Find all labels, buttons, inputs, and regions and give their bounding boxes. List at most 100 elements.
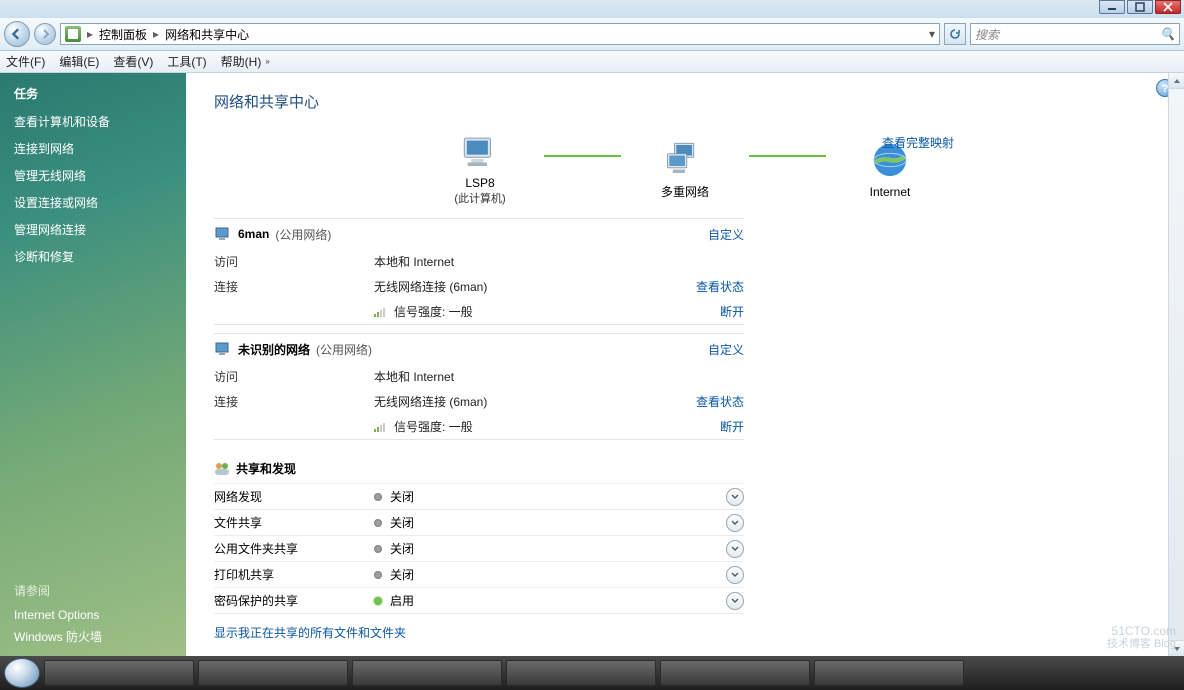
map-node-label: LSP8	[465, 176, 494, 190]
close-button[interactable]	[1155, 0, 1181, 14]
search-icon[interactable]: 🔍	[1160, 27, 1175, 41]
task-link[interactable]: 连接到网络	[0, 135, 186, 162]
back-button[interactable]	[4, 21, 30, 47]
taskbar-button[interactable]	[352, 660, 502, 686]
menu-bar: 文件(F) 编辑(E) 查看(V) 工具(T) 帮助(H) »	[0, 51, 1184, 73]
row-value: 无线网络连接 (6man)查看状态	[374, 393, 744, 410]
task-link[interactable]: 查看计算机和设备	[0, 108, 186, 135]
status-dot-icon	[374, 545, 382, 553]
tasks-sidebar: 任务 查看计算机和设备 连接到网络 管理无线网络 设置连接或网络 管理网络连接 …	[0, 73, 186, 656]
row-key	[214, 303, 374, 320]
menu-edit[interactable]: 编辑(E)	[59, 53, 99, 70]
network-type: (公用网络)	[316, 341, 372, 358]
network-section: 6man (公用网络) 自定义访问 本地和 Internet连接 无线网络连接 …	[214, 218, 744, 325]
maximize-button[interactable]	[1127, 0, 1153, 14]
expand-button[interactable]	[726, 514, 744, 532]
status-dot-icon	[374, 519, 382, 527]
expand-button[interactable]	[726, 488, 744, 506]
status-dot-icon	[374, 597, 382, 605]
sharing-title: 共享和发现	[236, 460, 296, 477]
row-value: 本地和 Internet	[374, 253, 744, 270]
breadcrumb-sep-icon: ▸	[153, 27, 159, 41]
breadcrumb-item[interactable]: 控制面板	[99, 26, 147, 43]
minimize-button[interactable]	[1099, 0, 1125, 14]
address-dropdown-icon[interactable]: ▾	[929, 27, 935, 41]
sharing-value: 关闭	[390, 488, 726, 505]
row-action-link[interactable]: 断开	[720, 418, 744, 435]
seealso-header: 请参阅	[14, 582, 172, 599]
start-button[interactable]	[4, 658, 40, 688]
sharing-key: 公用文件夹共享	[214, 540, 374, 557]
expand-button[interactable]	[726, 566, 744, 584]
sharing-key: 网络发现	[214, 488, 374, 505]
taskbar-button[interactable]	[44, 660, 194, 686]
network-row: 访问 本地和 Internet	[214, 249, 744, 274]
row-value: 信号强度: 一般断开	[374, 303, 744, 320]
breadcrumb-item[interactable]: 网络和共享中心	[165, 26, 249, 43]
taskbar-button[interactable]	[506, 660, 656, 686]
scroll-down-icon[interactable]	[1169, 640, 1184, 656]
network-item-icon	[214, 340, 232, 358]
network-map: 查看完整映射 LSP8 (此计算机) 多重网络 Int	[420, 134, 950, 206]
refresh-button[interactable]	[944, 23, 966, 45]
row-key	[214, 418, 374, 435]
task-link[interactable]: 管理无线网络	[0, 162, 186, 189]
signal-icon	[374, 422, 388, 432]
task-link[interactable]: 管理网络连接	[0, 216, 186, 243]
search-box[interactable]: 搜索 🔍	[970, 23, 1180, 45]
sharing-row: 网络发现 关闭	[214, 484, 744, 510]
row-action-link[interactable]: 断开	[720, 303, 744, 320]
network-section: 未识别的网络 (公用网络) 自定义访问 本地和 Internet连接 无线网络连…	[214, 333, 744, 440]
sharing-value: 关闭	[390, 514, 726, 531]
status-dot-icon	[374, 571, 382, 579]
sharing-key: 打印机共享	[214, 566, 374, 583]
row-key: 访问	[214, 368, 374, 385]
sharing-key: 密码保护的共享	[214, 592, 374, 609]
taskbar-button[interactable]	[660, 660, 810, 686]
task-link[interactable]: 诊断和修复	[0, 243, 186, 270]
network-type: (公用网络)	[275, 226, 331, 243]
sharing-row: 公用文件夹共享 关闭	[214, 536, 744, 562]
address-bar[interactable]: ▸ 控制面板 ▸ 网络和共享中心 ▾	[60, 23, 940, 45]
seealso-link[interactable]: Internet Options	[14, 605, 172, 625]
breadcrumb-sep-icon: ▸	[87, 27, 93, 41]
row-key: 连接	[214, 278, 374, 295]
sharing-value: 关闭	[390, 540, 726, 557]
view-full-map-link[interactable]: 查看完整映射	[882, 134, 954, 151]
customize-link[interactable]: 自定义	[708, 226, 744, 243]
main-content: ? 网络和共享中心 查看完整映射 LSP8 (此计算机) 多重网络	[186, 73, 1184, 656]
taskbar-button[interactable]	[198, 660, 348, 686]
customize-link[interactable]: 自定义	[708, 341, 744, 358]
network-icon	[664, 141, 706, 177]
show-shared-files-link[interactable]: 显示我正在共享的所有文件和文件夹	[214, 624, 744, 641]
seealso-link[interactable]: Windows 防火墙	[14, 625, 172, 648]
menu-chevron-icon[interactable]: »	[265, 57, 269, 66]
sharing-row: 密码保护的共享 启用	[214, 588, 744, 614]
map-connection-line	[544, 155, 621, 157]
expand-button[interactable]	[726, 592, 744, 610]
scroll-up-icon[interactable]	[1169, 73, 1184, 89]
menu-help[interactable]: 帮助(H)	[221, 53, 262, 70]
control-panel-icon	[65, 26, 81, 42]
vertical-scrollbar[interactable]	[1168, 73, 1184, 656]
row-action-link[interactable]: 查看状态	[696, 393, 744, 410]
sharing-value: 关闭	[390, 566, 726, 583]
row-key: 访问	[214, 253, 374, 270]
title-bar	[0, 0, 1184, 18]
network-row: 连接 无线网络连接 (6man)查看状态	[214, 274, 744, 299]
task-link[interactable]: 设置连接或网络	[0, 189, 186, 216]
expand-button[interactable]	[726, 540, 744, 558]
menu-view[interactable]: 查看(V)	[113, 53, 153, 70]
sharing-row: 文件共享 关闭	[214, 510, 744, 536]
taskbar[interactable]	[0, 656, 1184, 690]
menu-tools[interactable]: 工具(T)	[167, 53, 206, 70]
users-icon	[214, 461, 230, 477]
search-placeholder: 搜索	[975, 26, 999, 43]
row-action-link[interactable]: 查看状态	[696, 278, 744, 295]
tasks-header: 任务	[0, 85, 186, 108]
taskbar-button[interactable]	[814, 660, 964, 686]
network-row: 连接 无线网络连接 (6man)查看状态	[214, 389, 744, 414]
forward-button[interactable]	[34, 23, 56, 45]
page-title: 网络和共享中心	[214, 91, 1156, 112]
menu-file[interactable]: 文件(F)	[6, 53, 45, 70]
